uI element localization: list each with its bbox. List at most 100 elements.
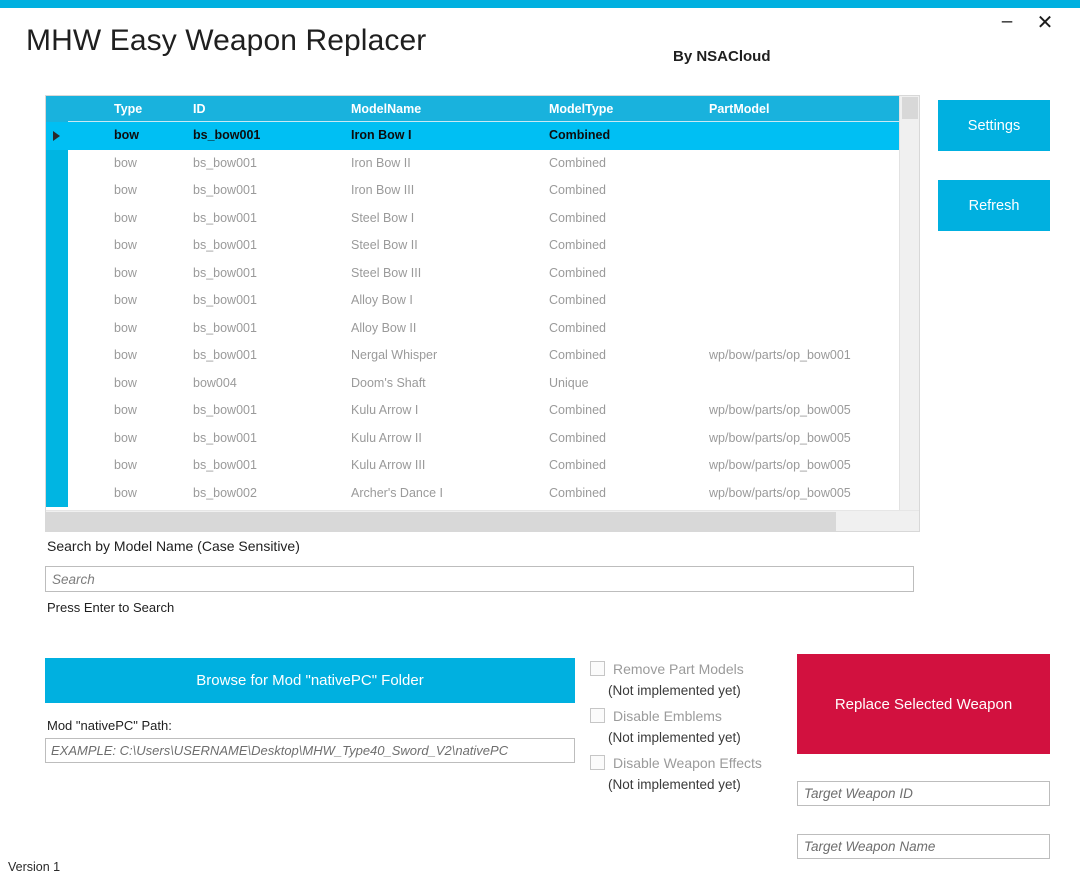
title-accent-bar (0, 0, 1080, 8)
table-row[interactable]: bowbs_bow001Nergal WhisperCombinedwp/bow… (46, 342, 920, 370)
cell-type: bow (114, 397, 137, 425)
cell-partmodel (709, 370, 919, 398)
column-header-partmodel[interactable]: PartModel (709, 96, 769, 122)
checkbox-icon[interactable] (590, 708, 605, 723)
cell-modeltype: Combined (549, 480, 606, 508)
column-header-modeltype[interactable]: ModelType (549, 96, 613, 122)
option-note: (Not implemented yet) (608, 680, 803, 702)
grid-horizontal-scrollbar[interactable] (46, 510, 920, 531)
cell-modeltype: Combined (549, 122, 610, 150)
cell-modeltype: Combined (549, 315, 606, 343)
target-weapon-id-input[interactable] (797, 781, 1050, 806)
search-input[interactable] (45, 566, 914, 592)
cell-modelname: Archer's Dance I (351, 480, 443, 508)
row-selector-cell[interactable] (46, 425, 68, 453)
cell-modelname: Alloy Bow I (351, 287, 413, 315)
vertical-scroll-thumb[interactable] (902, 97, 918, 119)
target-weapon-name-input[interactable] (797, 834, 1050, 859)
mod-path-input[interactable] (45, 738, 575, 763)
cell-id: bs_bow002 (193, 480, 257, 508)
row-selector-cell[interactable] (46, 150, 68, 178)
cell-type: bow (114, 287, 137, 315)
search-label: Search by Model Name (Case Sensitive) (47, 538, 300, 554)
cell-partmodel (709, 177, 919, 205)
cell-type: bow (114, 260, 137, 288)
option-row[interactable]: Disable Emblems (590, 705, 785, 727)
cell-modeltype: Combined (549, 205, 606, 233)
option-note: (Not implemented yet) (608, 774, 803, 796)
table-row[interactable]: bowbs_bow001Kulu Arrow IICombinedwp/bow/… (46, 425, 920, 453)
column-header-type[interactable]: Type (114, 96, 142, 122)
cell-partmodel (709, 150, 919, 178)
cell-partmodel: wp/bow/parts/op_bow001 (709, 342, 919, 370)
row-selector-cell[interactable] (46, 315, 68, 343)
table-row[interactable]: bowbs_bow001Kulu Arrow ICombinedwp/bow/p… (46, 397, 920, 425)
table-row[interactable]: bowbs_bow001Kulu Arrow IIICombinedwp/bow… (46, 452, 920, 480)
row-selector-cell[interactable] (46, 370, 68, 398)
cell-modelname: Steel Bow II (351, 232, 418, 260)
settings-button[interactable]: Settings (938, 100, 1050, 151)
table-row[interactable]: bowbs_bow001Alloy Bow IICombined (46, 315, 920, 343)
row-selector-cell[interactable] (46, 397, 68, 425)
cell-modeltype: Combined (549, 177, 606, 205)
cell-type: bow (114, 425, 137, 453)
grid-corner-cell (46, 96, 68, 122)
row-selector-cell[interactable] (46, 260, 68, 288)
row-selector-cell[interactable] (46, 342, 68, 370)
page-title: MHW Easy Weapon Replacer (26, 24, 426, 58)
row-selector-cell[interactable] (46, 452, 68, 480)
cell-partmodel (709, 315, 919, 343)
cell-modeltype: Combined (549, 452, 606, 480)
cell-partmodel: wp/bow/parts/op_bow005 (709, 397, 919, 425)
row-selector-cell[interactable] (46, 287, 68, 315)
cell-modeltype: Combined (549, 260, 606, 288)
table-row[interactable]: bowbs_bow001Iron Bow IIICombined (46, 177, 920, 205)
weapon-data-grid[interactable]: Type ID ModelName ModelType PartModel bo… (45, 95, 920, 532)
row-selector-cell[interactable] (46, 480, 68, 508)
table-row[interactable]: bowbs_bow001Steel Bow IIICombined (46, 260, 920, 288)
grid-body: bowbs_bow001Iron Bow ICombinedbowbs_bow0… (46, 122, 920, 510)
row-selector-cell[interactable] (46, 177, 68, 205)
cell-modelname: Kulu Arrow III (351, 452, 425, 480)
checkbox-icon[interactable] (590, 755, 605, 770)
table-row[interactable]: bowbs_bow001Alloy Bow ICombined (46, 287, 920, 315)
version-label: Version 1 (8, 860, 60, 874)
replace-selected-weapon-button[interactable]: Replace Selected Weapon (797, 654, 1050, 754)
grid-vertical-scrollbar[interactable] (899, 96, 919, 531)
minimize-button[interactable]: – (990, 8, 1024, 38)
table-row[interactable]: bowbs_bow001Steel Bow IICombined (46, 232, 920, 260)
cell-partmodel (709, 260, 919, 288)
column-header-id[interactable]: ID (193, 96, 206, 122)
cell-type: bow (114, 480, 137, 508)
cell-modeltype: Combined (549, 397, 606, 425)
cell-modeltype: Combined (549, 425, 606, 453)
table-row[interactable]: bow bs_bow002 Archer's Dance I Combined wp/b… (46, 480, 920, 508)
table-row[interactable]: bowbow004Doom's ShaftUnique (46, 370, 920, 398)
cell-modelname: Doom's Shaft (351, 370, 426, 398)
column-header-modelname[interactable]: ModelName (351, 96, 421, 122)
cell-id: bs_bow001 (193, 232, 257, 260)
cell-modeltype: Combined (549, 150, 606, 178)
close-button[interactable]: ✕ (1028, 8, 1062, 38)
row-selector-cell[interactable] (46, 205, 68, 233)
cell-id: bs_bow001 (193, 205, 257, 233)
cell-id: bs_bow001 (193, 342, 257, 370)
cell-modeltype: Unique (549, 370, 589, 398)
refresh-button[interactable]: Refresh (938, 180, 1050, 231)
row-selector-cell[interactable] (46, 232, 68, 260)
search-hint: Press Enter to Search (47, 600, 174, 615)
table-row[interactable]: bowbs_bow001Iron Bow IICombined (46, 150, 920, 178)
browse-native-pc-folder-button[interactable]: Browse for Mod "nativePC" Folder (45, 658, 575, 703)
cell-modelname: Kulu Arrow I (351, 397, 418, 425)
cell-partmodel: wp/bow/parts/op_bow005 (709, 480, 919, 508)
cell-partmodel (709, 232, 919, 260)
horizontal-scroll-thumb[interactable] (46, 512, 836, 531)
mod-path-label: Mod "nativePC" Path: (47, 718, 172, 733)
cell-type: bow (114, 232, 137, 260)
table-row[interactable]: bowbs_bow001Steel Bow ICombined (46, 205, 920, 233)
checkbox-icon[interactable] (590, 661, 605, 676)
option-row[interactable]: Disable Weapon Effects (590, 752, 785, 774)
option-row[interactable]: Remove Part Models (590, 658, 785, 680)
row-selector-arrow-icon[interactable] (46, 122, 68, 150)
table-row[interactable]: bowbs_bow001Iron Bow ICombined (46, 122, 920, 150)
